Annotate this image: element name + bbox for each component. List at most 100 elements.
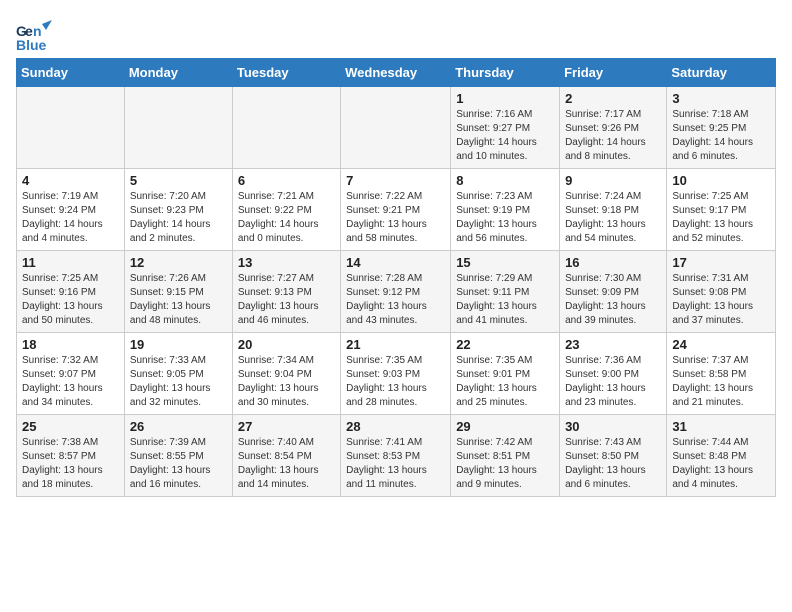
- day-number: 8: [456, 173, 554, 188]
- day-number: 21: [346, 337, 445, 352]
- day-info: Sunrise: 7:33 AM Sunset: 9:05 PM Dayligh…: [130, 354, 227, 410]
- day-info: Sunrise: 7:30 AM Sunset: 9:09 PM Dayligh…: [565, 272, 661, 328]
- calendar-cell: 10 Sunrise: 7:25 AM Sunset: 9:17 PM Dayli…: [667, 169, 776, 251]
- day-number: 1: [456, 91, 554, 106]
- calendar-cell: 1 Sunrise: 7:16 AM Sunset: 9:27 PM Daylig…: [451, 87, 560, 169]
- day-info: Sunrise: 7:35 AM Sunset: 9:03 PM Dayligh…: [346, 354, 445, 410]
- calendar-cell: 22 Sunrise: 7:35 AM Sunset: 9:01 PM Dayli…: [451, 333, 560, 415]
- calendar-cell: 19 Sunrise: 7:33 AM Sunset: 9:05 PM Dayli…: [124, 333, 232, 415]
- day-info: Sunrise: 7:44 AM Sunset: 8:48 PM Dayligh…: [672, 436, 770, 492]
- day-number: 3: [672, 91, 770, 106]
- weekday-header-thursday: Thursday: [451, 59, 560, 87]
- calendar-cell: [341, 87, 451, 169]
- calendar-cell: 28 Sunrise: 7:41 AM Sunset: 8:53 PM Dayli…: [341, 415, 451, 497]
- calendar-cell: 16 Sunrise: 7:30 AM Sunset: 9:09 PM Dayli…: [560, 251, 667, 333]
- day-info: Sunrise: 7:22 AM Sunset: 9:21 PM Dayligh…: [346, 190, 445, 246]
- calendar-cell: 30 Sunrise: 7:43 AM Sunset: 8:50 PM Dayli…: [560, 415, 667, 497]
- calendar-cell: 31Sunrise: 7:44 AM Sunset: 8:48 PM Dayli…: [667, 415, 776, 497]
- svg-text:Blue: Blue: [16, 37, 47, 53]
- calendar-cell: 6 Sunrise: 7:21 AM Sunset: 9:22 PM Daylig…: [232, 169, 340, 251]
- day-number: 11: [22, 255, 119, 270]
- day-number: 7: [346, 173, 445, 188]
- day-info: Sunrise: 7:19 AM Sunset: 9:24 PM Dayligh…: [22, 190, 119, 246]
- calendar-cell: 25 Sunrise: 7:38 AM Sunset: 8:57 PM Dayli…: [17, 415, 125, 497]
- day-info: Sunrise: 7:43 AM Sunset: 8:50 PM Dayligh…: [565, 436, 661, 492]
- calendar-cell: 8 Sunrise: 7:23 AM Sunset: 9:19 PM Daylig…: [451, 169, 560, 251]
- calendar-cell: 13Sunrise: 7:27 AM Sunset: 9:13 PM Dayli…: [232, 251, 340, 333]
- day-number: 20: [238, 337, 335, 352]
- day-info: Sunrise: 7:36 AM Sunset: 9:00 PM Dayligh…: [565, 354, 661, 410]
- calendar-cell: 21 Sunrise: 7:35 AM Sunset: 9:03 PM Dayli…: [341, 333, 451, 415]
- calendar-cell: 2 Sunrise: 7:17 AM Sunset: 9:26 PM Daylig…: [560, 87, 667, 169]
- day-info: Sunrise: 7:31 AM Sunset: 9:08 PM Dayligh…: [672, 272, 770, 328]
- calendar-cell: 26Sunrise: 7:39 AM Sunset: 8:55 PM Dayli…: [124, 415, 232, 497]
- day-info: Sunrise: 7:26 AM Sunset: 9:15 PM Dayligh…: [130, 272, 227, 328]
- calendar-cell: 11 Sunrise: 7:25 AM Sunset: 9:16 PM Dayli…: [17, 251, 125, 333]
- day-number: 12: [130, 255, 227, 270]
- calendar-cell: 27 Sunrise: 7:40 AM Sunset: 8:54 PM Dayli…: [232, 415, 340, 497]
- calendar-cell: [124, 87, 232, 169]
- weekday-header-wednesday: Wednesday: [341, 59, 451, 87]
- day-info: Sunrise: 7:17 AM Sunset: 9:26 PM Dayligh…: [565, 108, 661, 164]
- day-number: 18: [22, 337, 119, 352]
- weekday-header-sunday: Sunday: [17, 59, 125, 87]
- calendar-cell: 14 Sunrise: 7:28 AM Sunset: 9:12 PM Dayli…: [341, 251, 451, 333]
- day-info: Sunrise: 7:25 AM Sunset: 9:17 PM Dayligh…: [672, 190, 770, 246]
- day-number: 30: [565, 419, 661, 434]
- weekday-header-tuesday: Tuesday: [232, 59, 340, 87]
- calendar-cell: [17, 87, 125, 169]
- page-header: G e n Blue: [16, 16, 776, 50]
- calendar-cell: [232, 87, 340, 169]
- day-number: 29: [456, 419, 554, 434]
- day-info: Sunrise: 7:34 AM Sunset: 9:04 PM Dayligh…: [238, 354, 335, 410]
- calendar-cell: 29 Sunrise: 7:42 AM Sunset: 8:51 PM Dayli…: [451, 415, 560, 497]
- day-number: 9: [565, 173, 661, 188]
- calendar-cell: 5Sunrise: 7:20 AM Sunset: 9:23 PM Daylig…: [124, 169, 232, 251]
- day-info: Sunrise: 7:41 AM Sunset: 8:53 PM Dayligh…: [346, 436, 445, 492]
- day-info: Sunrise: 7:23 AM Sunset: 9:19 PM Dayligh…: [456, 190, 554, 246]
- day-info: Sunrise: 7:24 AM Sunset: 9:18 PM Dayligh…: [565, 190, 661, 246]
- calendar-cell: 24Sunrise: 7:37 AM Sunset: 8:58 PM Dayli…: [667, 333, 776, 415]
- day-number: 24: [672, 337, 770, 352]
- day-number: 4: [22, 173, 119, 188]
- logo: G e n Blue: [16, 16, 54, 50]
- day-number: 27: [238, 419, 335, 434]
- day-info: Sunrise: 7:16 AM Sunset: 9:27 PM Dayligh…: [456, 108, 554, 164]
- day-info: Sunrise: 7:28 AM Sunset: 9:12 PM Dayligh…: [346, 272, 445, 328]
- day-number: 19: [130, 337, 227, 352]
- weekday-header-saturday: Saturday: [667, 59, 776, 87]
- calendar-cell: 17 Sunrise: 7:31 AM Sunset: 9:08 PM Dayli…: [667, 251, 776, 333]
- day-info: Sunrise: 7:21 AM Sunset: 9:22 PM Dayligh…: [238, 190, 335, 246]
- calendar-cell: 20 Sunrise: 7:34 AM Sunset: 9:04 PM Dayli…: [232, 333, 340, 415]
- day-number: 25: [22, 419, 119, 434]
- day-info: Sunrise: 7:25 AM Sunset: 9:16 PM Dayligh…: [22, 272, 119, 328]
- calendar-cell: 15Sunrise: 7:29 AM Sunset: 9:11 PM Dayli…: [451, 251, 560, 333]
- day-number: 16: [565, 255, 661, 270]
- day-number: 6: [238, 173, 335, 188]
- day-number: 17: [672, 255, 770, 270]
- day-info: Sunrise: 7:40 AM Sunset: 8:54 PM Dayligh…: [238, 436, 335, 492]
- day-number: 10: [672, 173, 770, 188]
- calendar-cell: 18 Sunrise: 7:32 AM Sunset: 9:07 PM Dayli…: [17, 333, 125, 415]
- calendar-cell: 9 Sunrise: 7:24 AM Sunset: 9:18 PM Daylig…: [560, 169, 667, 251]
- day-number: 2: [565, 91, 661, 106]
- day-info: Sunrise: 7:35 AM Sunset: 9:01 PM Dayligh…: [456, 354, 554, 410]
- calendar-cell: 3Sunrise: 7:18 AM Sunset: 9:25 PM Daylig…: [667, 87, 776, 169]
- day-number: 26: [130, 419, 227, 434]
- day-number: 14: [346, 255, 445, 270]
- day-info: Sunrise: 7:38 AM Sunset: 8:57 PM Dayligh…: [22, 436, 119, 492]
- day-number: 5: [130, 173, 227, 188]
- calendar-cell: 4 Sunrise: 7:19 AM Sunset: 9:24 PM Daylig…: [17, 169, 125, 251]
- day-number: 28: [346, 419, 445, 434]
- calendar-cell: 7 Sunrise: 7:22 AM Sunset: 9:21 PM Daylig…: [341, 169, 451, 251]
- day-info: Sunrise: 7:42 AM Sunset: 8:51 PM Dayligh…: [456, 436, 554, 492]
- day-number: 23: [565, 337, 661, 352]
- logo-icon: G e n Blue: [16, 16, 54, 54]
- calendar-table: SundayMondayTuesdayWednesdayThursdayFrid…: [16, 58, 776, 497]
- weekday-header-friday: Friday: [560, 59, 667, 87]
- day-info: Sunrise: 7:29 AM Sunset: 9:11 PM Dayligh…: [456, 272, 554, 328]
- calendar-cell: 12 Sunrise: 7:26 AM Sunset: 9:15 PM Dayli…: [124, 251, 232, 333]
- day-info: Sunrise: 7:32 AM Sunset: 9:07 PM Dayligh…: [22, 354, 119, 410]
- weekday-header-monday: Monday: [124, 59, 232, 87]
- day-number: 22: [456, 337, 554, 352]
